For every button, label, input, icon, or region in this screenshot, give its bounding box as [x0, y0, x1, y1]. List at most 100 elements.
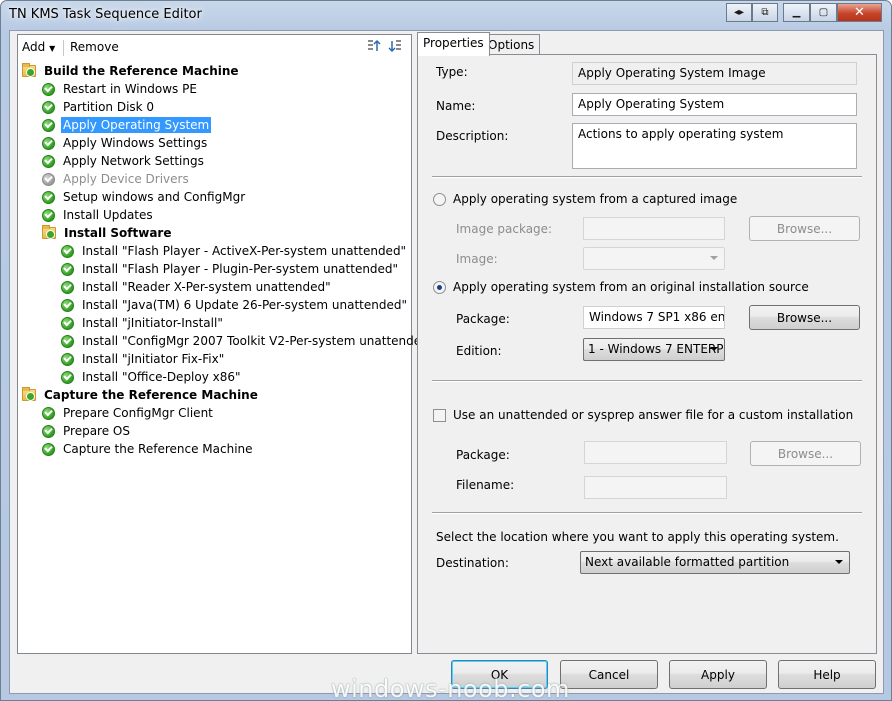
minimize-button[interactable]: ▁: [783, 3, 810, 22]
tree-item-label: Partition Disk 0: [63, 100, 155, 114]
unattend-checkbox[interactable]: [433, 409, 446, 422]
tree-item[interactable]: Install "jInitiator Fix-Fix": [61, 350, 226, 368]
success-check-icon: [61, 280, 74, 294]
chevron-down-icon: [710, 347, 718, 351]
tree-item[interactable]: Install Updates: [42, 206, 155, 224]
package-label: Package:: [456, 312, 510, 326]
apply-button[interactable]: Apply: [669, 660, 767, 689]
remove-button[interactable]: Remove: [70, 40, 119, 54]
tree-item[interactable]: Install "Flash Player - ActiveX-Per-syst…: [61, 242, 408, 260]
divider: [432, 512, 862, 514]
success-check-icon: [42, 406, 55, 420]
tree-item-label: Install "jInitiator-Install": [82, 316, 223, 330]
tree-item-label: Install "Reader X-Per-system unattended": [82, 280, 331, 294]
tree-item[interactable]: Setup windows and ConfigMgr: [42, 188, 247, 206]
edition-label: Edition:: [456, 344, 502, 358]
destination-select[interactable]: Next available formatted partition: [580, 551, 850, 574]
tree-item-label: Capture the Reference Machine: [44, 388, 258, 402]
tree-item-label: Install Updates: [63, 208, 153, 222]
tree-item[interactable]: Partition Disk 0: [42, 98, 156, 116]
tree-item[interactable]: Capture the Reference Machine: [42, 440, 255, 458]
original-source-label: Apply operating system from an original …: [453, 280, 809, 294]
unattend-package-field: [584, 441, 727, 464]
package-field: Windows 7 SP1 x86 en-US: [583, 306, 725, 329]
tree-item-label: Apply Network Settings: [63, 154, 204, 168]
tree-item[interactable]: Apply Windows Settings: [42, 134, 209, 152]
close-button[interactable]: ✕: [837, 3, 882, 22]
original-source-radio[interactable]: [433, 281, 446, 294]
success-check-icon: [61, 298, 74, 312]
tab-options[interactable]: Options: [482, 34, 541, 55]
tree-item-disabled[interactable]: Apply Device Drivers: [42, 170, 191, 188]
tree-item[interactable]: Install "Office-Deploy x86": [61, 368, 243, 386]
tree-item-label: Install "jInitiator Fix-Fix": [82, 352, 225, 366]
success-check-icon: [42, 154, 55, 168]
image-package-field: [583, 217, 725, 240]
restore-window-icon[interactable]: ⧉: [752, 3, 778, 22]
tree-item[interactable]: Apply Network Settings: [42, 152, 206, 170]
destination-label: Destination:: [436, 556, 509, 570]
tree-item[interactable]: Install "Flash Player - Plugin-Per-syste…: [61, 260, 400, 278]
captured-image-label: Apply operating system from a captured i…: [453, 192, 738, 206]
snap-icon[interactable]: ◂▸: [726, 3, 752, 22]
tree-item-label: Build the Reference Machine: [44, 64, 239, 78]
tree-item[interactable]: Prepare ConfigMgr Client: [42, 404, 215, 422]
edition-value: 1 - Windows 7 ENTERPRISE: [588, 342, 724, 356]
maximize-button[interactable]: ▢: [810, 3, 837, 22]
folder-icon: [42, 225, 56, 239]
type-value: Apply Operating System Image: [572, 62, 857, 85]
folder-icon: [22, 387, 36, 401]
tree-group-install-software[interactable]: Install Software: [42, 224, 173, 242]
captured-image-radio[interactable]: [433, 193, 446, 206]
success-check-icon: [61, 334, 74, 348]
toolbar-divider: [63, 40, 64, 56]
tree-item[interactable]: Install "ConfigMgr 2007 Toolkit V2-Per-s…: [61, 332, 436, 350]
tree-item-label: Apply Device Drivers: [63, 172, 189, 186]
package-browse-button[interactable]: Browse...: [749, 305, 860, 330]
divider: [432, 176, 862, 178]
success-check-icon: [42, 190, 55, 204]
description-label: Description:: [436, 129, 509, 143]
tree-item[interactable]: Install "Java(TM) 6 Update 26-Per-system…: [61, 296, 409, 314]
tree-item-label: Capture the Reference Machine: [63, 442, 253, 456]
tree-item[interactable]: Install "jInitiator-Install": [61, 314, 225, 332]
edition-select[interactable]: 1 - Windows 7 ENTERPRISE: [583, 338, 725, 361]
tree-item-label: Install "Flash Player - ActiveX-Per-syst…: [82, 244, 407, 258]
tree-item-label: Install Software: [64, 226, 172, 240]
help-button[interactable]: Help: [778, 660, 876, 689]
cancel-button[interactable]: Cancel: [560, 660, 658, 689]
title-bar[interactable]: TN KMS Task Sequence Editor ◂▸ ⧉ ▁ ▢ ✕: [1, 1, 891, 29]
success-check-icon: [61, 370, 74, 384]
tree-item-label: Install "Flash Player - Plugin-Per-syste…: [82, 262, 399, 276]
tree-item[interactable]: Install "Reader X-Per-system unattended": [61, 278, 333, 296]
unattend-browse-button: Browse...: [750, 441, 861, 466]
chevron-down-icon: [710, 256, 718, 260]
add-label: Add: [22, 40, 46, 54]
chevron-down-icon: ▼: [49, 44, 56, 53]
image-label: Image:: [456, 252, 498, 266]
task-sequence-editor-window: TN KMS Task Sequence Editor ◂▸ ⧉ ▁ ▢ ✕ A…: [0, 0, 892, 701]
success-check-icon: [42, 442, 55, 456]
tree-item-selected[interactable]: Apply Operating System: [42, 116, 212, 134]
tree-item[interactable]: Prepare OS: [42, 422, 132, 440]
tree-group-build-reference[interactable]: Build the Reference Machine: [22, 62, 241, 80]
tab-properties[interactable]: Properties: [417, 32, 490, 56]
dialog-client-area: Add ▼ Remove Build the Reference Machine…: [9, 30, 884, 694]
tree-item-label: Install "ConfigMgr 2007 Toolkit V2-Per-s…: [82, 334, 435, 348]
success-check-icon: [42, 100, 55, 114]
name-field[interactable]: Apply Operating System: [572, 93, 857, 116]
move-down-icon[interactable]: [388, 38, 404, 54]
tree-item-label: Setup windows and ConfigMgr: [63, 190, 246, 204]
add-menu-button[interactable]: Add ▼: [22, 40, 55, 54]
description-field[interactable]: Actions to apply operating system: [572, 123, 857, 169]
tree-group-capture-reference[interactable]: Capture the Reference Machine: [22, 386, 260, 404]
success-check-icon: [61, 262, 74, 276]
move-up-icon[interactable]: [365, 38, 381, 54]
tree-item-label: Apply Windows Settings: [63, 136, 208, 150]
destination-value: Next available formatted partition: [585, 555, 790, 569]
success-check-icon: [42, 136, 55, 150]
type-label: Type:: [436, 65, 468, 79]
tree-item[interactable]: Restart in Windows PE: [42, 80, 199, 98]
tree-item-label: Apply Operating System: [61, 117, 212, 133]
disabled-check-icon: [42, 172, 55, 186]
